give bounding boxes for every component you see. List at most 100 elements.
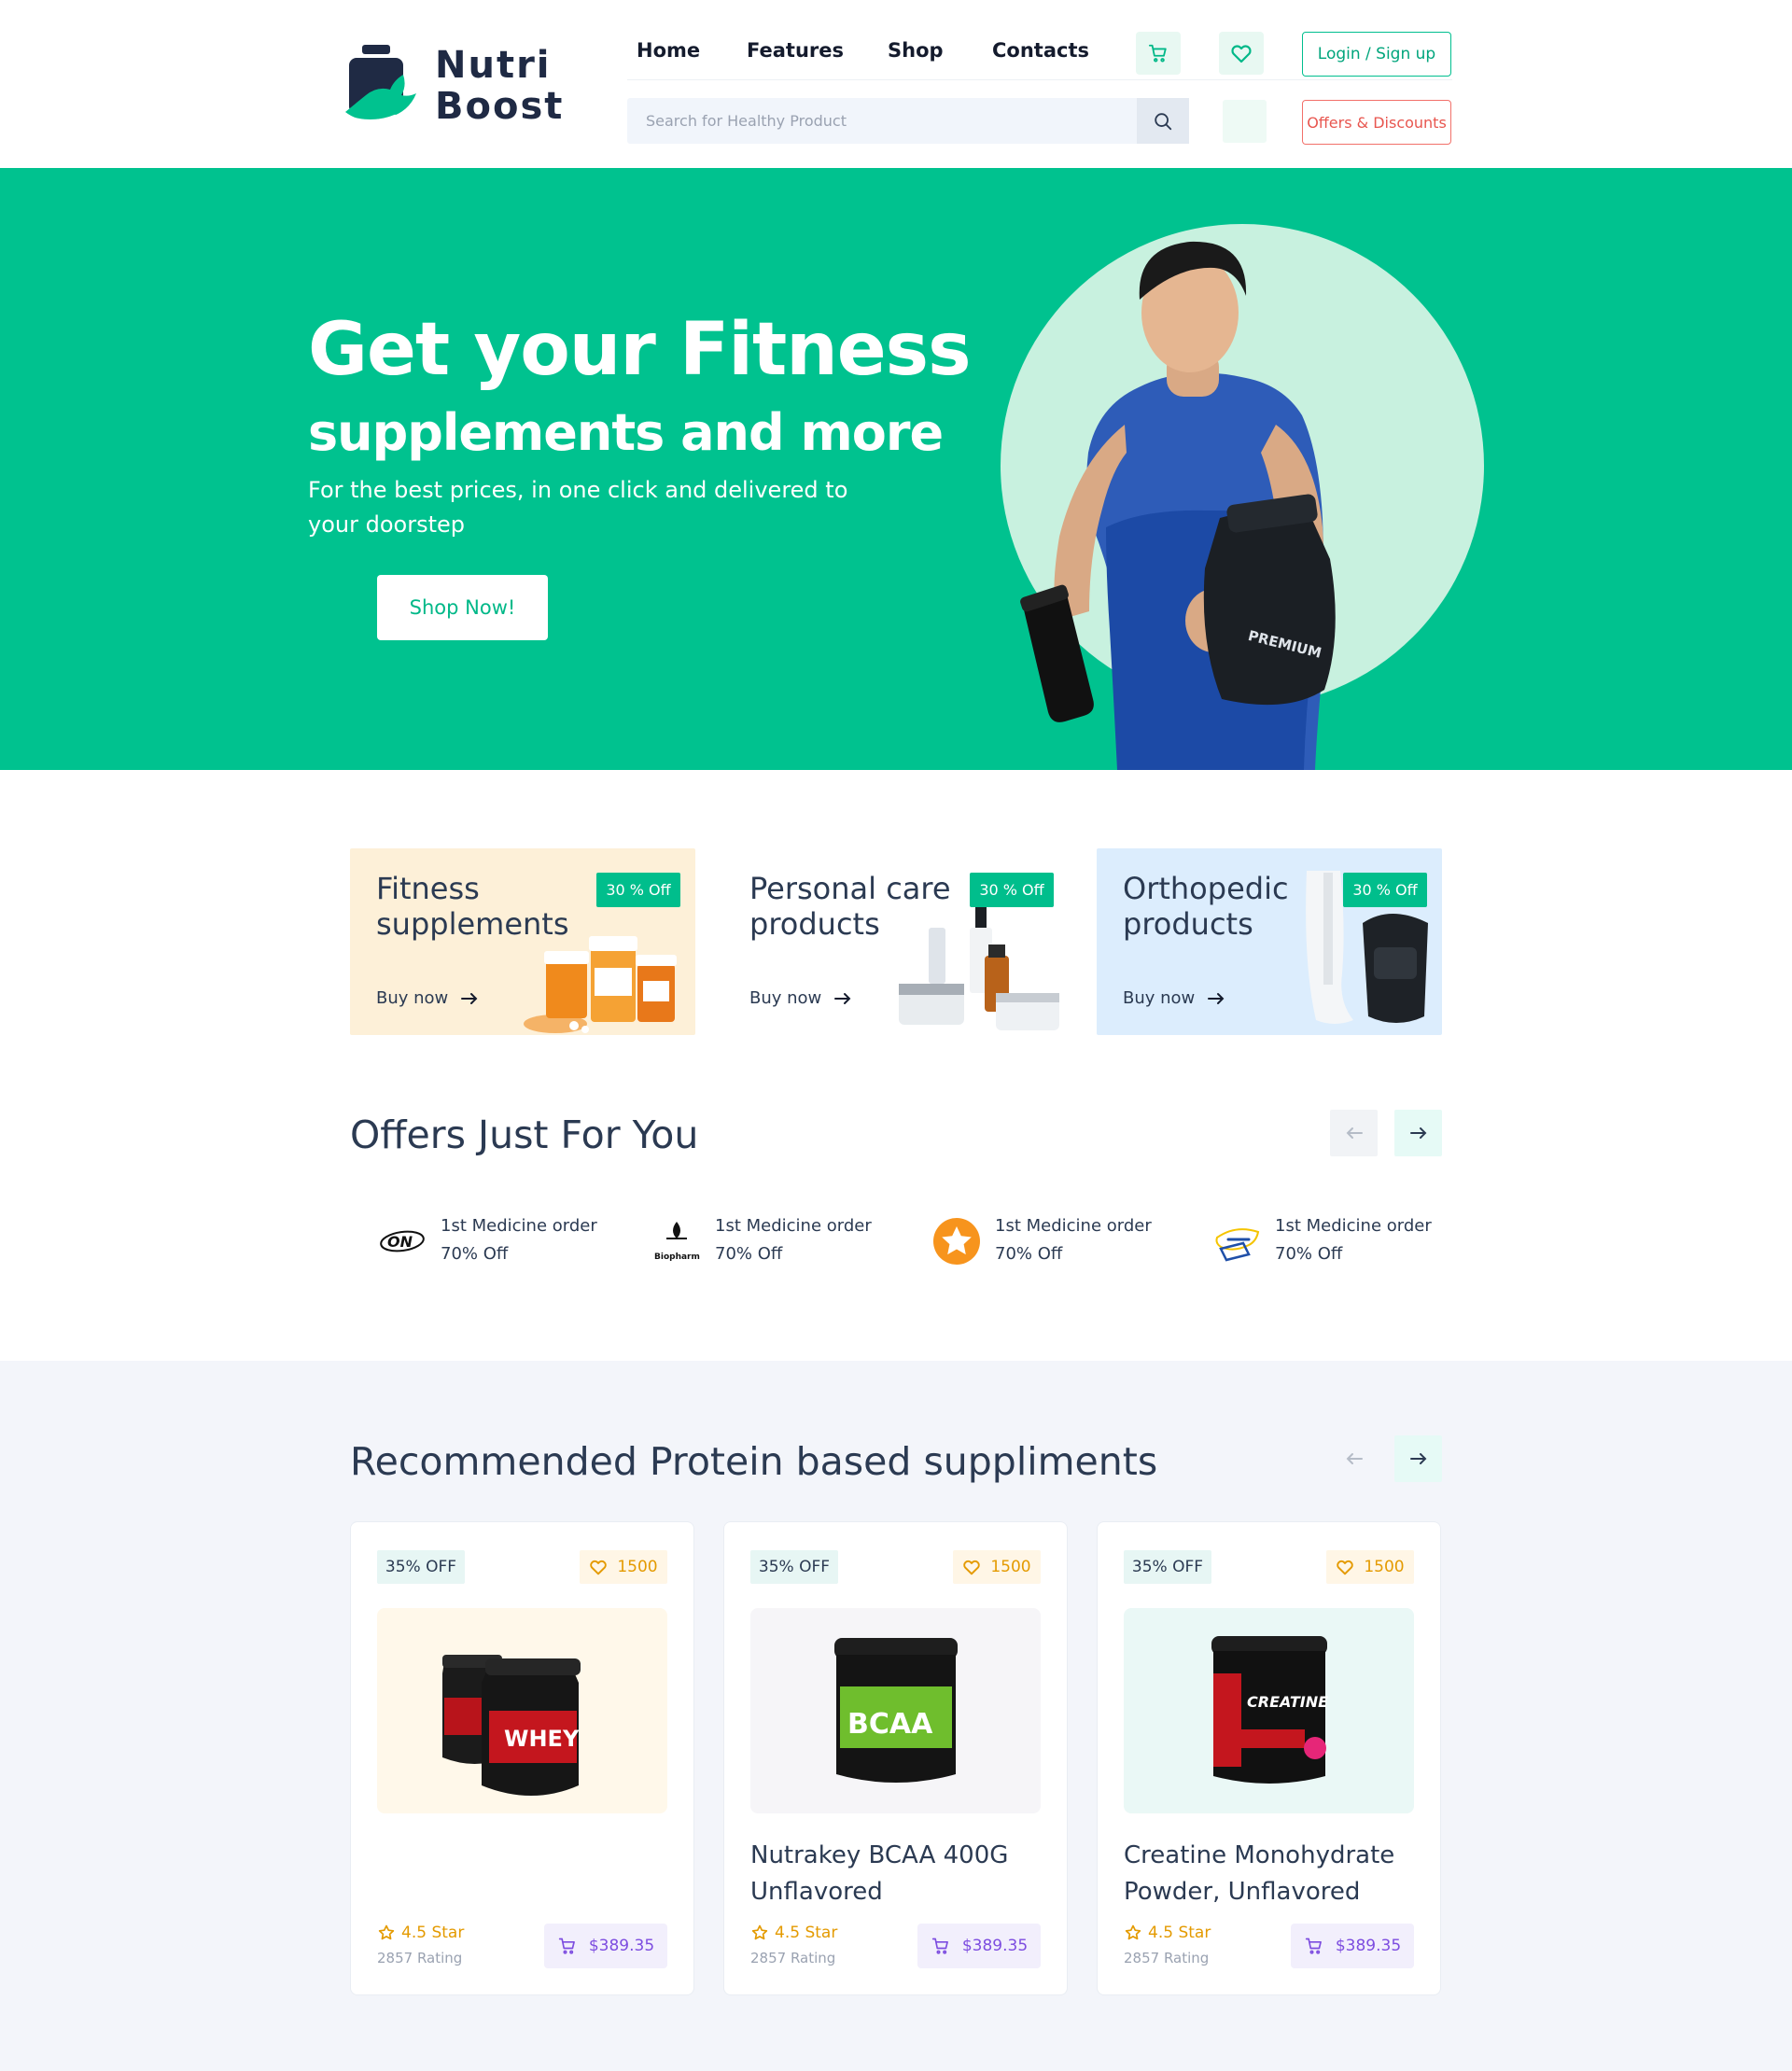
search-bar (627, 98, 1189, 144)
arrow-right-icon (1409, 1453, 1426, 1464)
protein-jar-logo-icon (345, 45, 416, 122)
whey-label: WHEY (504, 1726, 580, 1752)
like-button[interactable]: 1500 (953, 1550, 1041, 1584)
bcaa-tub-image: BCAA (834, 1638, 958, 1783)
brand-name-line1: Nutri (435, 44, 552, 87)
skincare-products-image (899, 907, 1059, 1030)
like-count: 1500 (617, 1558, 658, 1576)
login-signup-button[interactable]: Login / Sign up (1302, 32, 1451, 77)
cart-icon (1148, 44, 1167, 63)
search-icon (1155, 112, 1172, 130)
buy-now-link[interactable]: Buy now (1123, 988, 1225, 1008)
like-count: 1500 (1364, 1558, 1405, 1576)
offer-line1: 1st Medicine order (715, 1216, 872, 1236)
hero-athlete-image: PREMIUM (1020, 241, 1336, 770)
heart-icon (963, 1560, 981, 1575)
recommended-prev-button[interactable] (1330, 1435, 1378, 1482)
product-price: $389.35 (588, 1937, 655, 1955)
nav-shop[interactable]: Shop (888, 39, 944, 62)
offer-item[interactable]: ON 1st Medicine order 70% Off (377, 1209, 629, 1274)
search-button[interactable] (1137, 98, 1189, 144)
rating-count: 2857 Rating (1124, 1950, 1210, 1966)
search-input[interactable] (627, 98, 1136, 144)
biopharm-logo: Biopharm (651, 1216, 702, 1266)
arrow-right-icon (1409, 1127, 1426, 1139)
product-name: Nutrakey BCAA 400G Unflavored (750, 1841, 1009, 1906)
recommended-section-title: Recommended Protein based suppliments (350, 1439, 1158, 1484)
product-name: Creatine Monohydrate Powder, Unflavored (1124, 1841, 1395, 1906)
heart-icon (590, 1560, 608, 1575)
category-card-personal-care[interactable]: Personal care products 30 % Off Buy now (723, 848, 1069, 1035)
product-price: $389.35 (961, 1937, 1029, 1955)
offer-line2: 70% Off (1275, 1244, 1343, 1264)
offer-line2: 70% Off (715, 1244, 783, 1264)
add-to-cart-button[interactable]: $389.35 (917, 1924, 1041, 1968)
add-to-cart-button[interactable]: $389.35 (1291, 1924, 1414, 1968)
star-outline-icon (751, 1924, 768, 1940)
nav-features[interactable]: Features (747, 39, 844, 62)
star-outline-icon (1125, 1924, 1141, 1940)
placeholder-tile (1223, 100, 1267, 143)
wishlist-button[interactable] (1219, 32, 1264, 75)
like-count: 1500 (990, 1558, 1031, 1576)
discount-badge: 35% OFF (750, 1550, 838, 1584)
star-brand-logo (931, 1216, 982, 1266)
buy-now-label: Buy now (376, 988, 449, 1008)
discount-badge: 35% OFF (377, 1550, 465, 1584)
offer-item[interactable]: Biopharm 1st Medicine order 70% Off (651, 1209, 903, 1274)
offer-line1: 1st Medicine order (1275, 1216, 1432, 1236)
bcaa-label: BCAA (847, 1708, 933, 1741)
creatine-label: CREATINE (1247, 1693, 1328, 1711)
offers-next-button[interactable] (1394, 1110, 1442, 1156)
brand-logo[interactable]: Nutri Boost (338, 41, 562, 131)
category-card-orthopedic[interactable]: Orthopedic products 30 % Off Buy now (1097, 848, 1442, 1035)
arabic-brand-icon (1215, 1228, 1260, 1262)
category-card-fitness[interactable]: Fitness supplements 30 % Off Buy now (350, 848, 695, 1035)
heart-icon (1231, 45, 1252, 63)
hero-subtitle: supplements and more (308, 403, 944, 462)
offer-item[interactable]: 1st Medicine order 70% Off (1211, 1209, 1463, 1274)
hero-title: Get your Fitness (308, 308, 972, 392)
buy-now-link[interactable]: Buy now (749, 988, 851, 1008)
product-card[interactable]: 35% OFF 1500 BCAA Nutrakey BCAA 400G Unf… (723, 1521, 1068, 1995)
offer-line1: 1st Medicine order (441, 1216, 597, 1236)
product-image: WHEY (377, 1608, 667, 1813)
on-brand-icon: ON (380, 1230, 425, 1252)
discount-badge: 30 % Off (596, 873, 680, 907)
shop-now-button[interactable]: Shop Now! (377, 575, 548, 640)
nav-home[interactable]: Home (637, 39, 700, 62)
product-card[interactable]: 35% OFF 1500 WHEY 4.5 Star 2857 Rating $… (350, 1521, 694, 1995)
arrow-right-icon (1208, 992, 1225, 1004)
star-score: 4.5 Star (1148, 1924, 1211, 1942)
product-image: BCAA (750, 1608, 1041, 1813)
buy-now-label: Buy now (1123, 988, 1196, 1008)
star-badge-icon (933, 1218, 980, 1265)
category-title: Orthopedic products (1123, 871, 1289, 942)
rating-count: 2857 Rating (377, 1950, 463, 1966)
whey-tub-image: WHEY (442, 1655, 581, 1796)
star-score: 4.5 Star (775, 1924, 838, 1942)
offers-discounts-button[interactable]: Offers & Discounts (1302, 100, 1451, 145)
like-button[interactable]: 1500 (580, 1550, 667, 1584)
discount-badge: 35% OFF (1124, 1550, 1211, 1584)
rating-count: 2857 Rating (750, 1950, 836, 1966)
star-outline-icon (378, 1924, 395, 1940)
buy-now-link[interactable]: Buy now (376, 988, 478, 1008)
like-button[interactable]: 1500 (1326, 1550, 1414, 1584)
arrow-left-icon (1346, 1127, 1363, 1139)
biopharm-logo-text: Biopharm (654, 1252, 700, 1262)
offers-prev-button[interactable] (1330, 1110, 1378, 1156)
cart-button[interactable] (1136, 32, 1181, 75)
add-to-cart-button[interactable]: $389.35 (544, 1924, 667, 1968)
arrow-right-icon (461, 992, 478, 1004)
offer-item[interactable]: 1st Medicine order 70% Off (931, 1209, 1183, 1274)
product-card[interactable]: 35% OFF 1500 CREATINE Creatine Monohydra… (1097, 1521, 1441, 1995)
recommended-next-button[interactable] (1394, 1435, 1442, 1482)
cart-icon (1305, 1938, 1322, 1954)
hero-banner: Get your Fitness supplements and more Fo… (0, 168, 1792, 770)
site-header: Nutri Boost Home Features Shop Contacts … (0, 0, 1792, 168)
product-price: $389.35 (1335, 1937, 1402, 1955)
nav-contacts[interactable]: Contacts (992, 39, 1089, 62)
brand-name-line2: Boost (435, 85, 565, 128)
creatine-tub-image: CREATINE (1211, 1636, 1328, 1784)
